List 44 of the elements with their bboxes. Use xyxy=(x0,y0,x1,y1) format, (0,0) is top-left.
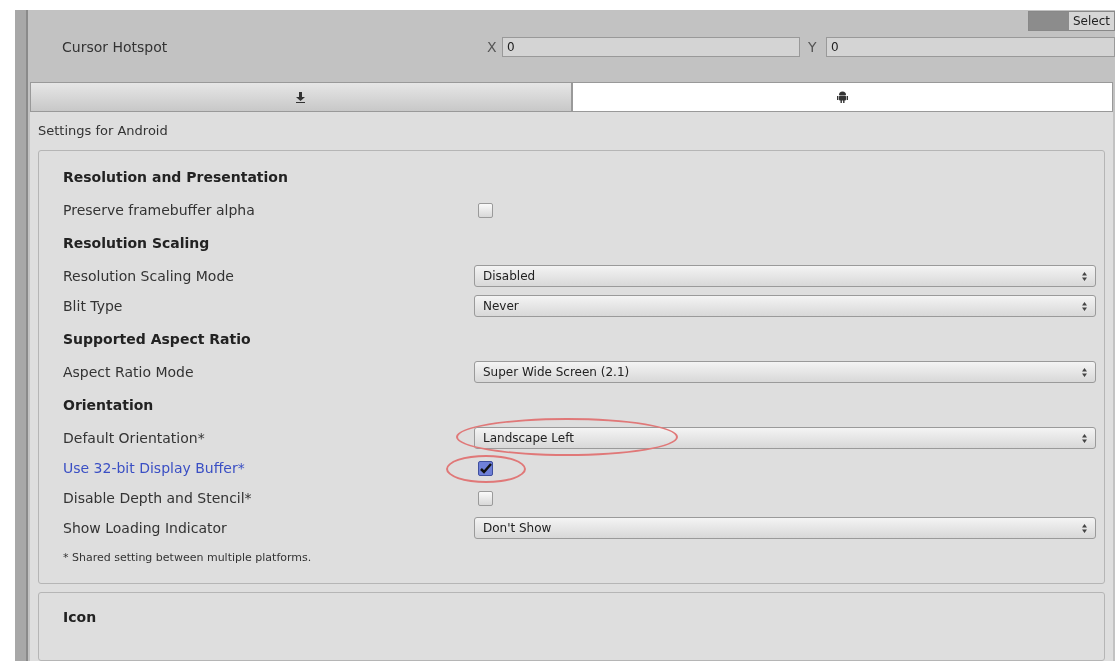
dropdown-value: Disabled xyxy=(483,268,536,285)
checkmark-icon xyxy=(479,462,492,474)
updown-arrow-icon xyxy=(1082,433,1087,443)
field-label: Cursor Hotspot xyxy=(62,37,169,57)
checkbox[interactable] xyxy=(478,202,493,218)
dropdown[interactable]: Disabled xyxy=(474,265,1096,287)
platform-tab[interactable] xyxy=(30,82,572,112)
android-icon xyxy=(836,91,848,103)
dropdown-value: Super Wide Screen (2.1) xyxy=(483,364,630,381)
section-heading: Resolution Scaling xyxy=(63,233,210,253)
dropdown[interactable]: Don't Show xyxy=(474,517,1096,539)
field-label: Disable Depth and Stencil* xyxy=(63,488,253,508)
input-field[interactable]: 0 xyxy=(826,37,1115,57)
select-button[interactable]: Select xyxy=(1027,11,1115,31)
axis-label: X xyxy=(487,37,498,57)
section-title: Settings for Android xyxy=(38,122,168,140)
checkbox[interactable] xyxy=(478,490,493,506)
field-label: Aspect Ratio Mode xyxy=(63,362,195,382)
field-label: Blit Type xyxy=(63,296,124,316)
updown-arrow-icon xyxy=(1082,301,1087,311)
section-heading: Resolution and Presentation xyxy=(63,167,288,187)
section-heading: Icon xyxy=(63,609,97,625)
platform-tab[interactable] xyxy=(571,82,1113,112)
checkbox[interactable] xyxy=(478,460,493,476)
dropdown[interactable]: Never xyxy=(474,295,1096,317)
footnote: * Shared setting between multiple platforms. xyxy=(63,549,312,566)
dropdown-value: Landscape Left xyxy=(483,430,574,447)
dropdown[interactable]: Super Wide Screen (2.1) xyxy=(474,361,1096,383)
updown-arrow-icon xyxy=(1082,367,1087,377)
dropdown[interactable]: Landscape Left xyxy=(474,427,1096,449)
axis-label: Y xyxy=(808,37,818,57)
section-heading: Orientation xyxy=(63,395,154,415)
dropdown-value: Don't Show xyxy=(483,520,552,537)
updown-arrow-icon xyxy=(1082,523,1087,533)
dropdown-value: Never xyxy=(483,298,519,315)
download-icon xyxy=(296,91,306,103)
field-label: Use 32-bit Display Buffer* xyxy=(63,458,246,478)
section-heading: Supported Aspect Ratio xyxy=(63,329,251,349)
field-label: Resolution Scaling Mode xyxy=(63,266,235,286)
field-label: Show Loading Indicator xyxy=(63,518,228,538)
field-label: Default Orientation* xyxy=(63,428,206,448)
input-field[interactable]: 0 xyxy=(502,37,800,57)
updown-arrow-icon xyxy=(1082,271,1087,281)
field-label: Preserve framebuffer alpha xyxy=(63,200,256,220)
